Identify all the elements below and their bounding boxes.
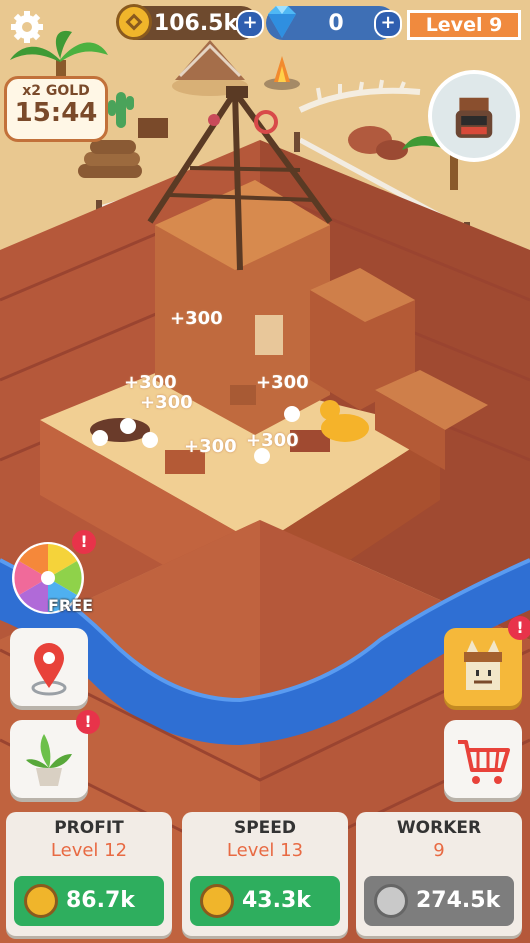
coin-icon (374, 884, 408, 918)
add-gems-button[interactable]: + (374, 10, 402, 38)
profit-cost: 86.7k (66, 888, 135, 913)
worker-upgrade-card: WORKER 9 274.5k (356, 812, 522, 936)
coin-amount: 106.5k (153, 10, 239, 36)
reward-float: +300 (124, 372, 177, 393)
profit-upgrade-card: PROFIT Level 12 86.7k (6, 812, 172, 936)
boost-timer: 15:44 (14, 98, 98, 128)
gold-boost-timer[interactable]: x2 GOLD 15:44 (4, 76, 108, 142)
gem-amount: 0 (328, 10, 344, 36)
gear-icon[interactable] (10, 10, 44, 44)
level-indicator: Level 9 (407, 10, 521, 40)
speed-upgrade-button[interactable]: 43.3k (190, 876, 340, 926)
coin-icon (116, 4, 152, 40)
worker-count: 9 (433, 840, 445, 861)
speed-level: Level 13 (226, 840, 304, 861)
cart-icon (458, 740, 510, 784)
coin-balance: 106.5k + (116, 4, 264, 40)
coin-icon (200, 884, 234, 918)
speed-upgrade-card: SPEED Level 13 43.3k (182, 812, 348, 936)
reward-float: +300 (184, 436, 237, 457)
decoration-button[interactable] (10, 720, 88, 798)
manager-avatar-button[interactable] (428, 70, 520, 162)
reward-float: +300 (256, 372, 309, 393)
top-bar: 106.5k + 0 + Level 9 (0, 0, 530, 50)
map-button[interactable] (10, 628, 88, 706)
profit-title: PROFIT (54, 818, 124, 838)
map-pin-icon (31, 643, 67, 696)
boost-multiplier: x2 GOLD (22, 83, 90, 99)
manager-portrait-icon (455, 97, 493, 138)
profit-upgrade-button[interactable]: 86.7k (14, 876, 164, 926)
gem-balance: 0 + (266, 6, 402, 40)
diamond-icon (268, 6, 296, 38)
reward-float: +300 (246, 430, 299, 451)
decoration-alert-badge: ! (76, 710, 100, 734)
speed-title: SPEED (233, 818, 297, 838)
speed-cost: 43.3k (242, 888, 311, 913)
worker-cost: 274.5k (416, 888, 501, 913)
worker-icon (464, 640, 502, 690)
reward-float: +300 (140, 392, 193, 413)
worker-title: WORKER (396, 818, 482, 838)
worker-button[interactable] (444, 628, 522, 706)
shop-button[interactable] (444, 720, 522, 798)
profit-level: Level 12 (50, 840, 128, 861)
wheel-alert-badge: ! (72, 530, 96, 554)
reward-float: +300 (170, 308, 223, 329)
plant-icon (26, 734, 72, 786)
worker-alert-badge: ! (508, 616, 530, 640)
coin-icon (24, 884, 58, 918)
worker-upgrade-button[interactable]: 274.5k (364, 876, 514, 926)
wheel-free-label: FREE (48, 596, 94, 615)
